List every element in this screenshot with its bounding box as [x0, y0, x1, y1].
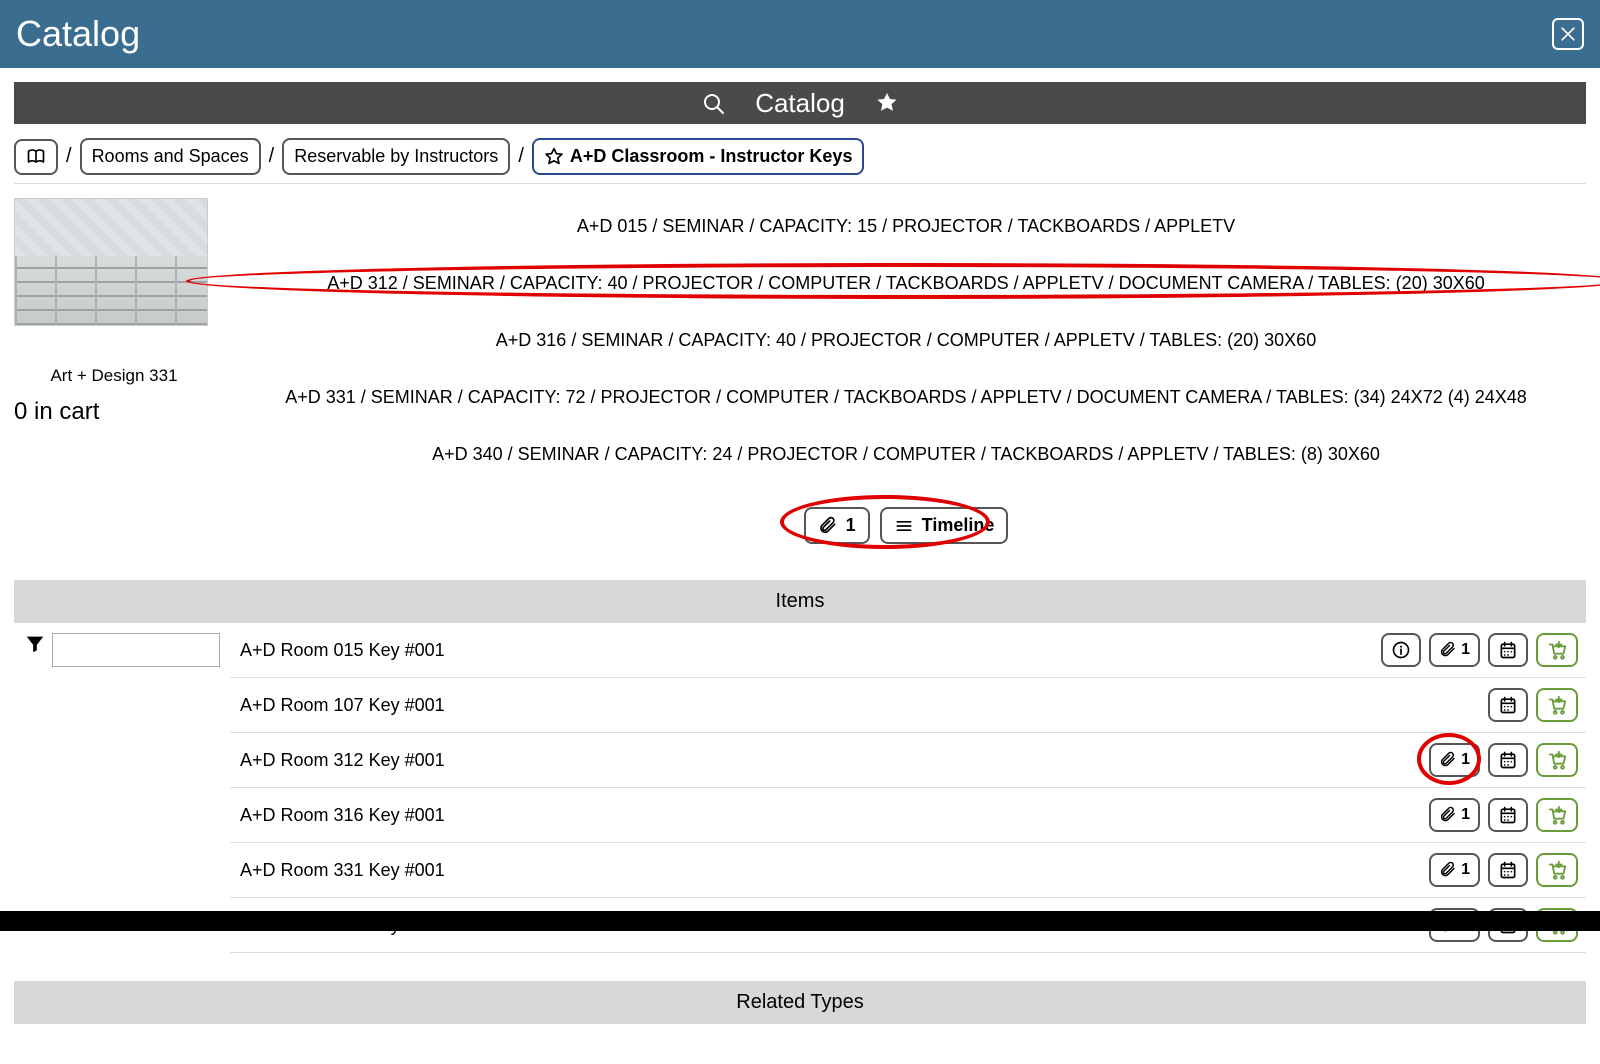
- room-description[interactable]: A+D 015 / SEMINAR / CAPACITY: 15 / PROJE…: [577, 216, 1235, 237]
- item-row: A+D Room 312 Key #001 1: [230, 733, 1586, 788]
- item-name[interactable]: A+D Room 312 Key #001: [240, 750, 445, 771]
- room-description[interactable]: A+D 312 / SEMINAR / CAPACITY: 40 / PROJE…: [327, 273, 1485, 294]
- timeline-label: Timeline: [922, 515, 995, 536]
- attachments-button[interactable]: 1: [1429, 853, 1480, 887]
- paperclip-icon: [1439, 641, 1457, 659]
- room-description[interactable]: A+D 340 / SEMINAR / CAPACITY: 24 / PROJE…: [432, 444, 1380, 465]
- add-to-cart-button[interactable]: [1536, 743, 1578, 777]
- item-row: A+D Room 015 Key #001 1: [230, 623, 1586, 678]
- calendar-button[interactable]: [1488, 633, 1528, 667]
- add-to-cart-button[interactable]: [1536, 688, 1578, 722]
- attachments-button[interactable]: 1: [804, 507, 870, 544]
- add-to-cart-button[interactable]: [1536, 798, 1578, 832]
- cart-icon: [1546, 694, 1568, 716]
- related-types-header: Related Types: [14, 981, 1586, 1024]
- room-description[interactable]: A+D 331 / SEMINAR / CAPACITY: 72 / PROJE…: [285, 387, 1527, 408]
- cart-icon: [1546, 804, 1568, 826]
- paperclip-icon: [1439, 861, 1457, 879]
- info-icon: [1391, 640, 1411, 660]
- cart-icon: [1546, 859, 1568, 881]
- calendar-icon: [1498, 750, 1518, 770]
- attachments-button[interactable]: 1: [1429, 633, 1480, 667]
- breadcrumb-root[interactable]: [14, 139, 58, 175]
- room-thumbnail[interactable]: [14, 198, 208, 326]
- breadcrumb: / Rooms and Spaces / Reservable by Instr…: [14, 130, 1586, 184]
- paperclip-icon: [1439, 751, 1457, 769]
- calendar-icon: [1498, 695, 1518, 715]
- add-to-cart-button[interactable]: [1536, 633, 1578, 667]
- catalog-subheader: Catalog: [14, 82, 1586, 124]
- item-row: A+D Room 316 Key #001 1: [230, 788, 1586, 843]
- item-row: A+D Room 331 Key #001 1: [230, 843, 1586, 898]
- breadcrumb-current-label: A+D Classroom - Instructor Keys: [570, 146, 853, 167]
- room-description[interactable]: A+D 316 / SEMINAR / CAPACITY: 40 / PROJE…: [496, 330, 1316, 351]
- calendar-icon: [1498, 860, 1518, 880]
- calendar-button[interactable]: [1488, 743, 1528, 777]
- breadcrumb-current[interactable]: A+D Classroom - Instructor Keys: [532, 138, 865, 175]
- book-icon: [26, 147, 46, 167]
- close-button[interactable]: [1552, 18, 1584, 50]
- breadcrumb-separator: /: [267, 145, 277, 168]
- attachments-count: 1: [1461, 806, 1470, 824]
- attachments-count: 1: [1461, 751, 1470, 769]
- calendar-button[interactable]: [1488, 853, 1528, 887]
- add-to-cart-button[interactable]: [1536, 853, 1578, 887]
- item-name[interactable]: A+D Room 316 Key #001: [240, 805, 445, 826]
- breadcrumb-rooms[interactable]: Rooms and Spaces: [80, 138, 261, 175]
- item-name[interactable]: A+D Room 107 Key #001: [240, 695, 445, 716]
- cart-icon: [1546, 749, 1568, 771]
- close-icon: [1558, 24, 1578, 44]
- page-title: Catalog: [16, 13, 140, 55]
- attachments-button[interactable]: 1: [1429, 743, 1480, 777]
- calendar-button[interactable]: [1488, 688, 1528, 722]
- calendar-icon: [1498, 640, 1518, 660]
- attachments-count: 1: [1461, 641, 1470, 659]
- info-button[interactable]: [1381, 633, 1421, 667]
- breadcrumb-separator: /: [516, 145, 526, 168]
- thumbnail-label: Art + Design 331: [14, 366, 214, 386]
- breadcrumb-separator: /: [64, 145, 74, 168]
- filter-icon[interactable]: [24, 633, 46, 655]
- attachments-count: 1: [846, 515, 856, 536]
- item-name[interactable]: A+D Room 015 Key #001: [240, 640, 445, 661]
- calendar-icon: [1498, 805, 1518, 825]
- breadcrumb-reservable[interactable]: Reservable by Instructors: [282, 138, 510, 175]
- timeline-button[interactable]: Timeline: [880, 507, 1009, 544]
- subheader-title: Catalog: [755, 88, 845, 119]
- cart-icon: [1546, 639, 1568, 661]
- item-name[interactable]: A+D Room 331 Key #001: [240, 860, 445, 881]
- attachments-count: 1: [1461, 861, 1470, 879]
- star-outline-icon: [544, 147, 564, 167]
- cart-count: 0 in cart: [14, 398, 214, 426]
- item-row: A+D Room 107 Key #001: [230, 678, 1586, 733]
- calendar-button[interactable]: [1488, 798, 1528, 832]
- attachments-button[interactable]: 1: [1429, 798, 1480, 832]
- star-icon[interactable]: [875, 91, 899, 115]
- footer-bar: [0, 911, 1600, 931]
- lines-icon: [894, 516, 914, 536]
- search-icon[interactable]: [701, 91, 725, 115]
- filter-input[interactable]: [52, 633, 220, 667]
- paperclip-icon: [1439, 806, 1457, 824]
- paperclip-icon: [818, 516, 838, 536]
- items-section-header: Items: [14, 580, 1586, 623]
